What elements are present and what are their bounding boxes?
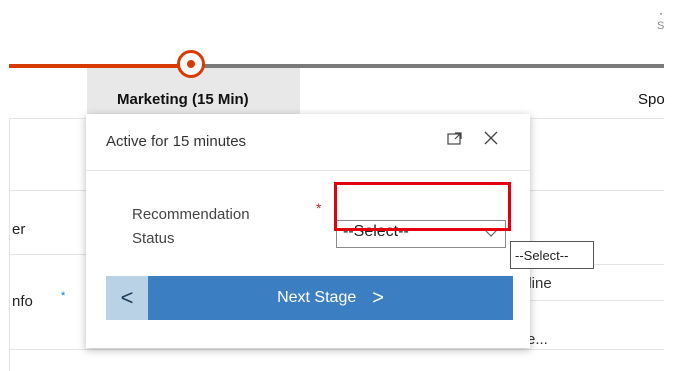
flyout-divider — [86, 170, 530, 171]
header-area — [9, 0, 664, 64]
stage-flyout: Active for 15 minutes Recommendation Sta… — [86, 114, 530, 348]
bottom-divider — [9, 349, 664, 350]
annotation-highlight-box — [334, 182, 511, 231]
dropdown-option[interactable]: --Select-- — [510, 241, 594, 269]
active-stage-label: Marketing (15 Min) — [117, 91, 249, 108]
recommendation-status-label: Recommendation Status — [132, 206, 250, 247]
next-stage-button[interactable]: Next Stage > — [148, 276, 513, 320]
header-corner-text-a: · — [659, 6, 663, 20]
left-field-label-1: er — [12, 221, 26, 238]
current-stage-marker-icon[interactable] — [177, 50, 205, 78]
left-field-label-2: nfo — [12, 293, 33, 310]
close-icon[interactable] — [482, 129, 500, 147]
previous-stage-button[interactable]: < — [106, 276, 148, 320]
required-asterisk: * — [316, 200, 322, 216]
flyout-actions — [446, 129, 500, 147]
process-progress-remaining — [195, 64, 664, 68]
next-stage-tab[interactable]: Spo — [638, 91, 665, 108]
next-stage-label: Next Stage — [277, 289, 357, 306]
dock-flyout-icon[interactable] — [446, 129, 464, 147]
right-field-text-2: e... — [527, 331, 548, 348]
chevron-right-icon: > — [372, 286, 384, 309]
stage-navigation: < Next Stage > — [106, 276, 513, 320]
left-required-mark: * — [61, 290, 66, 302]
chevron-left-icon: < — [120, 285, 134, 310]
flyout-title: Active for 15 minutes — [106, 133, 247, 150]
header-corner-text-b: S — [657, 20, 665, 32]
process-progress-completed — [9, 64, 195, 68]
